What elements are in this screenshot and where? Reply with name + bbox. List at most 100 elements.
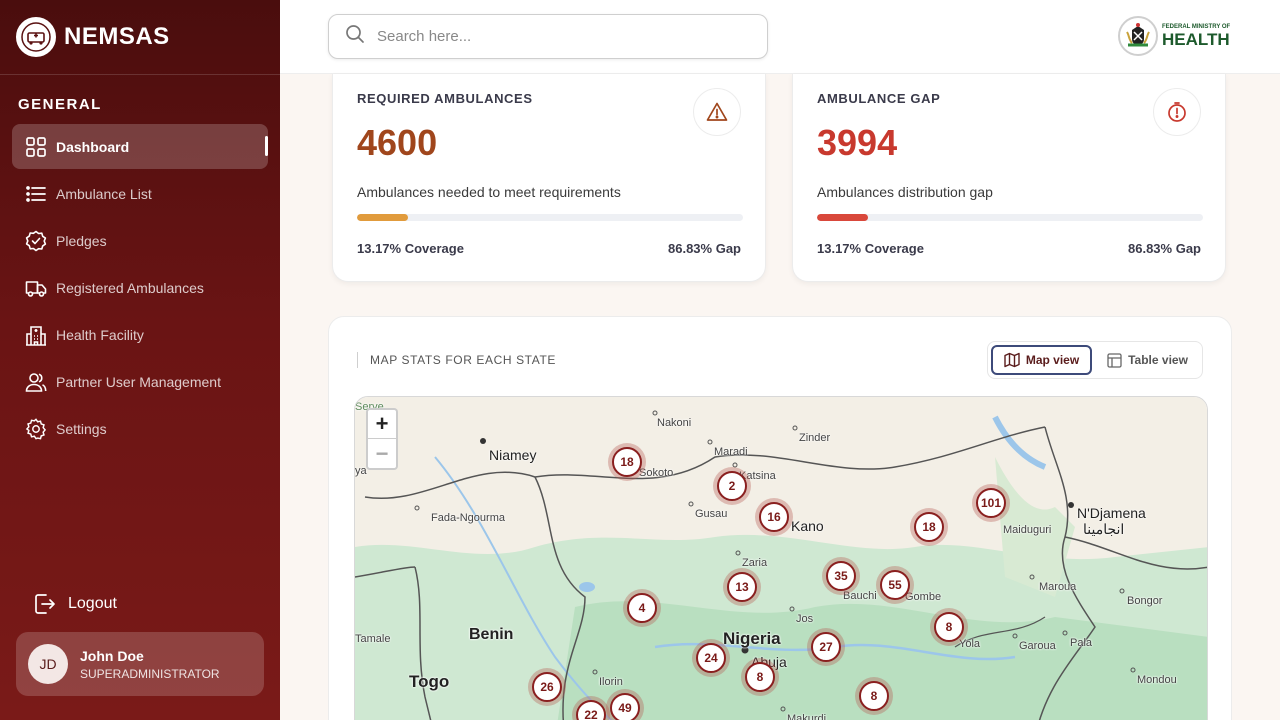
map-place-label: Maiduguri: [1003, 524, 1052, 536]
map-place-label: Mondou: [1137, 674, 1177, 686]
map-view-label: Map view: [1025, 353, 1080, 367]
gap-text: 86.83% Gap: [1128, 241, 1201, 256]
map-place-label: Togo: [409, 672, 450, 691]
users-icon: [24, 370, 48, 394]
coverage-text: 13.17% Coverage: [817, 241, 924, 256]
map-place-label: Nigeria: [723, 629, 781, 648]
cluster-count: 49: [610, 693, 640, 720]
map-cluster-marker[interactable]: 18: [608, 443, 646, 481]
map-section-heading: MAP STATS FOR EACH STATE: [357, 352, 556, 368]
cluster-count: 24: [696, 643, 726, 673]
logout-label: Logout: [68, 595, 117, 612]
brand-name: NEMSAS: [64, 23, 170, 50]
zoom-in-button[interactable]: +: [368, 410, 396, 439]
map-cluster-marker[interactable]: 101: [972, 484, 1010, 522]
sidebar-item-label: Dashboard: [56, 138, 130, 155]
card-value: 4600: [357, 122, 438, 163]
top-header: FEDERAL MINISTRY OF HEALTH: [280, 0, 1280, 74]
map-cluster-marker[interactable]: 13: [723, 568, 761, 606]
map-cluster-marker[interactable]: 26: [528, 668, 566, 706]
logout-icon: [32, 592, 56, 616]
sidebar-item-settings[interactable]: Settings: [12, 406, 268, 451]
cluster-count: 8: [745, 662, 775, 692]
map-cluster-marker[interactable]: 27: [807, 628, 845, 666]
map-cluster-marker[interactable]: 2: [713, 467, 751, 505]
grid-icon: [24, 135, 48, 159]
map-place-label: N'Djamena: [1077, 505, 1146, 521]
cluster-count: 27: [811, 632, 841, 662]
map-cluster-marker[interactable]: 8: [855, 677, 893, 715]
user-profile-card[interactable]: JD John Doe SUPERADMINISTRATOR: [16, 632, 264, 696]
map-view-button[interactable]: Map view: [991, 345, 1093, 375]
map-place-label: ya: [355, 465, 367, 477]
map-cluster-marker[interactable]: 35: [822, 557, 860, 595]
progress-fill: [357, 214, 408, 221]
ministry-logo: FEDERAL MINISTRY OF HEALTH: [1118, 16, 1230, 56]
user-role: SUPERADMINISTRATOR: [80, 666, 220, 681]
view-toggle: Map view Table view: [987, 341, 1203, 379]
map-place-label: Niamey: [489, 447, 537, 463]
sidebar-item-label: Settings: [56, 420, 107, 437]
map-place-label: Benin: [469, 626, 514, 643]
map-place-label: Jos: [796, 613, 814, 625]
map-place-label: Gusau: [695, 508, 728, 520]
map-place-label: Tamale: [355, 633, 391, 645]
badge-check-icon: [24, 229, 48, 253]
cluster-count: 8: [934, 612, 964, 642]
card-title: REQUIRED AMBULANCES: [357, 91, 533, 106]
sidebar-item-partner-user-management[interactable]: Partner User Management: [12, 359, 268, 404]
sidebar-item-ambulance-list[interactable]: Ambulance List: [12, 171, 268, 216]
ministry-line2: HEALTH: [1162, 30, 1230, 49]
map-cluster-marker[interactable]: 49: [606, 689, 644, 720]
progress-fill: [817, 214, 868, 221]
sidebar-item-health-facility[interactable]: Health Facility: [12, 312, 268, 357]
map-place-label: انجامينا: [1083, 521, 1125, 537]
sidebar-item-label: Pledges: [56, 232, 107, 249]
sidebar-item-pledges[interactable]: Pledges: [12, 218, 268, 263]
cluster-count: 8: [859, 681, 889, 711]
map-place-label: Garoua: [1019, 640, 1056, 652]
map-cluster-marker[interactable]: 4: [623, 589, 661, 627]
coverage-progress-bar: [357, 214, 743, 221]
map-cluster-marker[interactable]: 8: [930, 608, 968, 646]
table-view-button[interactable]: Table view: [1096, 345, 1199, 375]
map-canvas: [355, 397, 1207, 720]
nav-section-title: GENERAL: [18, 96, 102, 113]
map-cluster-marker[interactable]: 16: [755, 498, 793, 536]
map-place-label: Nakoni: [657, 417, 692, 429]
map-place-label: Pala: [1070, 637, 1093, 649]
sidebar-item-dashboard[interactable]: Dashboard: [12, 124, 268, 169]
map-stats-panel: MAP STATS FOR EACH STATE Map view Table …: [328, 316, 1232, 720]
coverage-text: 13.17% Coverage: [357, 241, 464, 256]
cluster-count: 22: [576, 700, 606, 720]
map-cluster-marker[interactable]: 55: [876, 566, 914, 604]
sidebar-item-registered-ambulances[interactable]: Registered Ambulances: [12, 265, 268, 310]
truck-icon: [24, 276, 48, 300]
list-icon: [24, 182, 48, 206]
zoom-out-button[interactable]: −: [368, 439, 396, 468]
sidebar-nav: Dashboard Ambulance List Pledges Registe…: [12, 124, 268, 453]
logout-button[interactable]: Logout: [32, 592, 117, 616]
table-view-label: Table view: [1128, 353, 1188, 367]
coat-of-arms-icon: [1118, 16, 1158, 56]
cluster-count: 18: [914, 512, 944, 542]
nigeria-map[interactable]: Niamey Nakoni Zinder Maradi Katsina Gusau Kano…: [354, 396, 1208, 720]
gap-text: 86.83% Gap: [668, 241, 741, 256]
map-cluster-marker[interactable]: 18: [910, 508, 948, 546]
card-title: AMBULANCE GAP: [817, 91, 941, 106]
ambulance-gap-card: AMBULANCE GAP 3994 Ambulances distributi…: [792, 74, 1226, 282]
user-name: John Doe: [80, 647, 144, 664]
nemsas-logo[interactable]: [16, 17, 56, 57]
sidebar-item-label: Partner User Management: [56, 373, 221, 390]
map-cluster-marker[interactable]: 8: [741, 658, 779, 696]
map-place-label: Maroua: [1039, 581, 1077, 593]
search-input[interactable]: [377, 28, 737, 45]
map-cluster-marker[interactable]: 24: [692, 639, 730, 677]
search-bar[interactable]: [328, 14, 768, 59]
building-icon: [24, 323, 48, 347]
map-place-label: Bongor: [1127, 595, 1163, 607]
cluster-count: 16: [759, 502, 789, 532]
sidebar-item-label: Ambulance List: [56, 185, 152, 202]
card-value: 3994: [817, 122, 898, 163]
card-description: Ambulances needed to meet requirements: [357, 184, 621, 200]
